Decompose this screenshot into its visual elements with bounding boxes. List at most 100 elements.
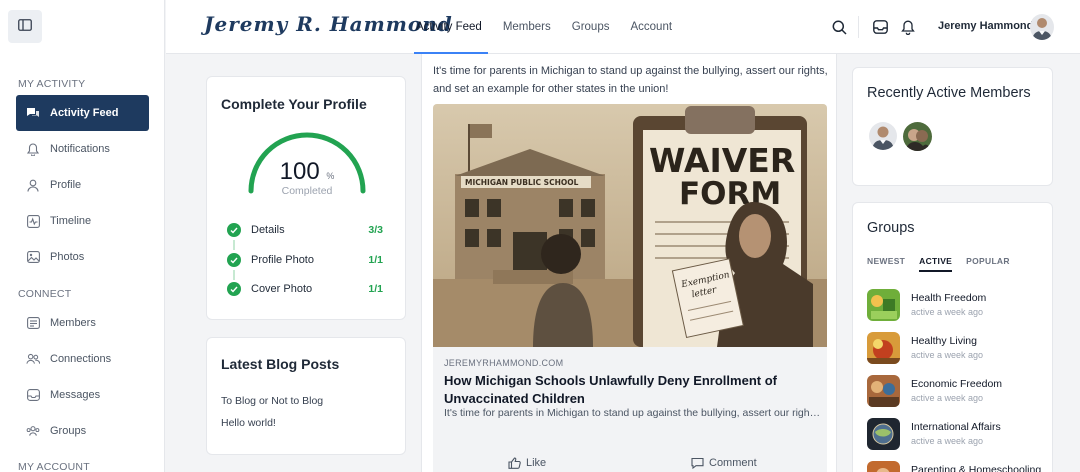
profile-step-details[interactable]: Details 3/3 <box>227 223 383 237</box>
groups-card: Groups NEWEST ACTIVE POPULAR Health Free… <box>852 202 1053 472</box>
step-label: Cover Photo <box>251 283 313 295</box>
sidebar-item-members[interactable]: Members <box>16 305 149 341</box>
nav-members[interactable]: Members <box>503 0 551 54</box>
activity-post: It's time for parents in Michigan to sta… <box>421 54 837 472</box>
step-label: Profile Photo <box>251 254 314 266</box>
id-card-icon <box>26 316 40 330</box>
sidebar-item-label: Groups <box>50 425 87 437</box>
step-connector <box>233 270 235 280</box>
profile-completion-card: Complete Your Profile 100 % Completed De… <box>206 76 406 320</box>
user-icon <box>26 178 40 192</box>
sidebar-item-label: Notifications <box>50 143 110 155</box>
percent-value: 100 <box>279 158 320 185</box>
step-label: Details <box>251 224 285 236</box>
sidebar-toggle-button[interactable] <box>8 10 42 43</box>
header-divider <box>858 16 859 38</box>
sidebar-item-profile[interactable]: Profile <box>16 167 149 203</box>
member-avatar[interactable] <box>869 122 897 150</box>
group-thumbnail[interactable] <box>867 332 900 364</box>
sidebar-item-label: Timeline <box>50 215 92 227</box>
waiver-title: WAIVER <box>649 141 795 180</box>
group-name[interactable]: Health Freedom <box>911 292 986 304</box>
group-item[interactable]: Economic Freedom active a week ago <box>867 375 1047 409</box>
section-my-account: MY ACCOUNT <box>18 461 90 472</box>
inbox-icon[interactable] <box>871 18 889 36</box>
group-thumbnail[interactable] <box>867 289 900 321</box>
completion-status: Completed <box>281 185 333 197</box>
image-icon <box>26 250 40 264</box>
group-last-active: active a week ago <box>911 350 984 360</box>
link-title[interactable]: How Michigan Schools Unlawfully Deny Enr… <box>444 372 804 407</box>
step-count: 1/1 <box>368 254 383 266</box>
comment-label: Comment <box>709 457 757 469</box>
inbox-icon <box>26 388 40 402</box>
percent-sign: % <box>326 171 335 181</box>
user-name[interactable]: Jeremy Hammond <box>938 20 1033 32</box>
tab-active[interactable]: ACTIVE <box>919 256 953 272</box>
bell-icon[interactable] <box>899 18 917 36</box>
groups-tabs: NEWEST ACTIVE POPULAR <box>867 256 1024 272</box>
sidebar-toggle-icon <box>18 19 32 34</box>
main-nav: Activity Feed Members Groups Account <box>414 0 693 54</box>
sidebar-item-label: Activity Feed <box>50 107 119 119</box>
top-header: Jeremy R. Hammond Activity Feed Members … <box>166 0 1080 54</box>
group-item[interactable]: Parenting & Homeschooling <box>867 461 1047 472</box>
group-last-active: active a week ago <box>911 393 984 403</box>
link-preview-image[interactable]: MICHIGAN PUBLIC SCHOOL WAIVER FORM Exemp… <box>433 104 827 347</box>
sidebar-item-label: Connections <box>50 353 112 365</box>
group-item[interactable]: Health Freedom active a week ago <box>867 289 1047 323</box>
sidebar-item-label: Messages <box>50 389 101 401</box>
link-description: It's time for parents in Michigan to sta… <box>444 407 822 419</box>
comment-icon <box>691 457 704 469</box>
group-item[interactable]: International Affairs active a week ago <box>867 418 1047 452</box>
sidebar-item-groups[interactable]: Groups <box>16 413 149 449</box>
tab-popular[interactable]: POPULAR <box>966 256 1010 272</box>
step-count: 3/3 <box>368 224 383 236</box>
group-thumbnail[interactable] <box>867 461 900 472</box>
avatar[interactable] <box>1030 14 1054 40</box>
group-name[interactable]: Healthy Living <box>911 335 977 347</box>
sidebar-item-notifications[interactable]: Notifications <box>16 131 149 167</box>
chat-bubbles-icon <box>26 106 40 120</box>
group-thumbnail[interactable] <box>867 418 900 450</box>
nav-activity-feed[interactable]: Activity Feed <box>414 0 488 54</box>
thumbs-up-icon <box>508 457 521 469</box>
comment-button[interactable]: Comment <box>691 457 757 469</box>
link-domain: JEREMYRHAMMOND.COM <box>444 358 564 368</box>
sidebar-item-photos[interactable]: Photos <box>16 239 149 275</box>
group-name[interactable]: Economic Freedom <box>911 378 1002 390</box>
check-icon <box>227 223 241 237</box>
group-name[interactable]: Parenting & Homeschooling <box>911 464 1041 472</box>
group-item[interactable]: Healthy Living active a week ago <box>867 332 1047 366</box>
blog-post-link[interactable]: Hello world! <box>221 417 276 429</box>
sidebar-item-label: Members <box>50 317 96 329</box>
like-button[interactable]: Like <box>508 457 546 469</box>
tab-newest[interactable]: NEWEST <box>867 256 905 272</box>
sidebar-item-messages[interactable]: Messages <box>16 377 149 413</box>
check-icon <box>227 282 241 296</box>
nav-groups[interactable]: Groups <box>572 0 610 54</box>
member-avatar[interactable] <box>903 122 932 151</box>
recently-active-members-card: Recently Active Members <box>852 67 1053 186</box>
sidebar: MY ACTIVITY Activity Feed Notifications … <box>0 0 165 472</box>
profile-step-cover-photo[interactable]: Cover Photo 1/1 <box>227 282 383 296</box>
step-count: 1/1 <box>368 283 383 295</box>
group-icon <box>26 424 40 438</box>
pulse-icon <box>26 214 40 228</box>
sidebar-item-label: Photos <box>50 251 85 263</box>
sidebar-item-timeline[interactable]: Timeline <box>16 203 149 239</box>
link-preview[interactable]: MICHIGAN PUBLIC SCHOOL WAIVER FORM Exemp… <box>433 104 827 472</box>
group-name[interactable]: International Affairs <box>911 421 1001 433</box>
sidebar-item-connections[interactable]: Connections <box>16 341 149 377</box>
group-thumbnail[interactable] <box>867 375 900 407</box>
profile-step-profile-photo[interactable]: Profile Photo 1/1 <box>227 253 383 267</box>
nav-account[interactable]: Account <box>630 0 672 54</box>
sidebar-item-activity-feed[interactable]: Activity Feed <box>16 95 149 131</box>
sidebar-item-label: Profile <box>50 179 82 191</box>
section-connect: CONNECT <box>18 288 72 300</box>
profile-card-title: Complete Your Profile <box>221 96 367 112</box>
group-last-active: active a week ago <box>911 436 984 446</box>
search-icon[interactable] <box>830 18 848 36</box>
group-last-active: active a week ago <box>911 307 984 317</box>
blog-post-link[interactable]: To Blog or Not to Blog <box>221 395 323 407</box>
